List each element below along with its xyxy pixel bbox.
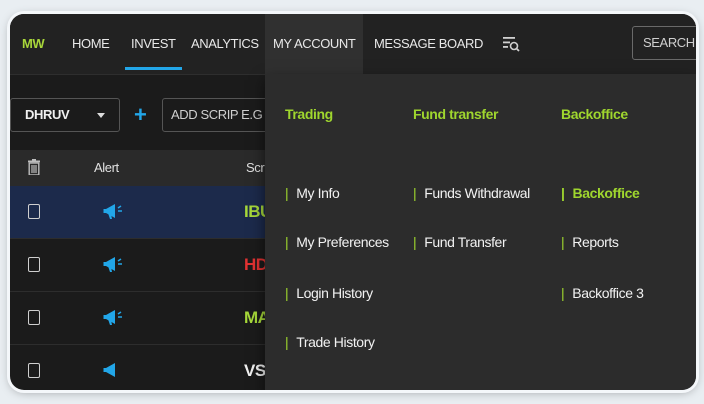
menu-item-backoffice[interactable]: | Backoffice xyxy=(561,185,640,201)
watchlist-select[interactable]: DHRUV xyxy=(10,98,120,132)
menu-item-label: My Info xyxy=(296,185,340,201)
menu-item-fund-transfer[interactable]: | Fund Transfer xyxy=(413,234,507,250)
chevron-down-icon xyxy=(97,113,105,118)
nav-my-account[interactable]: MY ACCOUNT xyxy=(265,14,364,74)
menu-item-my-preferences[interactable]: | My Preferences xyxy=(285,234,389,250)
menu-item-funds-withdrawal[interactable]: | Funds Withdrawal xyxy=(413,185,530,201)
menu-item-login-history[interactable]: | Login History xyxy=(285,285,373,301)
megaphone-icon[interactable] xyxy=(102,306,124,328)
filter-search-icon[interactable] xyxy=(502,35,520,53)
add-watchlist-button[interactable]: + xyxy=(134,100,147,130)
row-checkbox[interactable] xyxy=(28,204,40,219)
menu-item-label: Login History xyxy=(296,285,373,301)
scrip-name[interactable]: VS xyxy=(244,345,266,390)
search-input[interactable]: SEARCH S xyxy=(632,26,696,60)
row-checkbox[interactable] xyxy=(28,257,40,272)
megaphone-icon[interactable] xyxy=(102,253,124,275)
row-checkbox[interactable] xyxy=(28,363,40,378)
menu-item-backoffice-3[interactable]: | Backoffice 3 xyxy=(561,285,644,301)
menu-item-label: Backoffice 3 xyxy=(572,285,644,301)
menu-item-label: Trade History xyxy=(296,334,375,350)
row-checkbox[interactable] xyxy=(28,310,40,325)
top-nav: MW HOME INVEST ANALYTICS MY ACCOUNT MESS… xyxy=(10,14,696,75)
column-header-alert[interactable]: Alert xyxy=(94,150,119,186)
nav-invest[interactable]: INVEST xyxy=(125,14,182,74)
menu-item-reports[interactable]: | Reports xyxy=(561,234,619,250)
menu-item-label: Funds Withdrawal xyxy=(424,185,530,201)
megaphone-icon[interactable] xyxy=(102,359,124,381)
menu-item-trade-history[interactable]: | Trade History xyxy=(285,334,375,350)
dropdown-heading-trading: Trading xyxy=(285,106,333,122)
menu-item-my-info[interactable]: | My Info xyxy=(285,185,340,201)
menu-item-label: Backoffice xyxy=(572,185,640,201)
menu-item-label: Fund Transfer xyxy=(424,234,507,250)
menu-item-label: Reports xyxy=(572,234,619,250)
menu-item-label: My Preferences xyxy=(296,234,389,250)
dropdown-heading-fund-transfer: Fund transfer xyxy=(413,106,499,122)
my-account-dropdown: Trading | My Info | My Preferences | Login … xyxy=(265,74,696,390)
dropdown-heading-backoffice: Backoffice xyxy=(561,106,628,122)
watchlist-select-value: DHRUV xyxy=(25,107,70,122)
megaphone-icon[interactable] xyxy=(102,200,124,222)
trash-icon[interactable] xyxy=(28,159,40,175)
nav-message-board[interactable]: MESSAGE BOARD xyxy=(374,14,483,74)
app-window: MW HOME INVEST ANALYTICS MY ACCOUNT MESS… xyxy=(10,14,696,390)
nav-analytics[interactable]: ANALYTICS xyxy=(191,14,259,74)
column-header-scrip[interactable]: Scr xyxy=(246,150,265,186)
nav-market-watch[interactable]: MW xyxy=(22,14,45,74)
nav-home[interactable]: HOME xyxy=(72,14,110,74)
